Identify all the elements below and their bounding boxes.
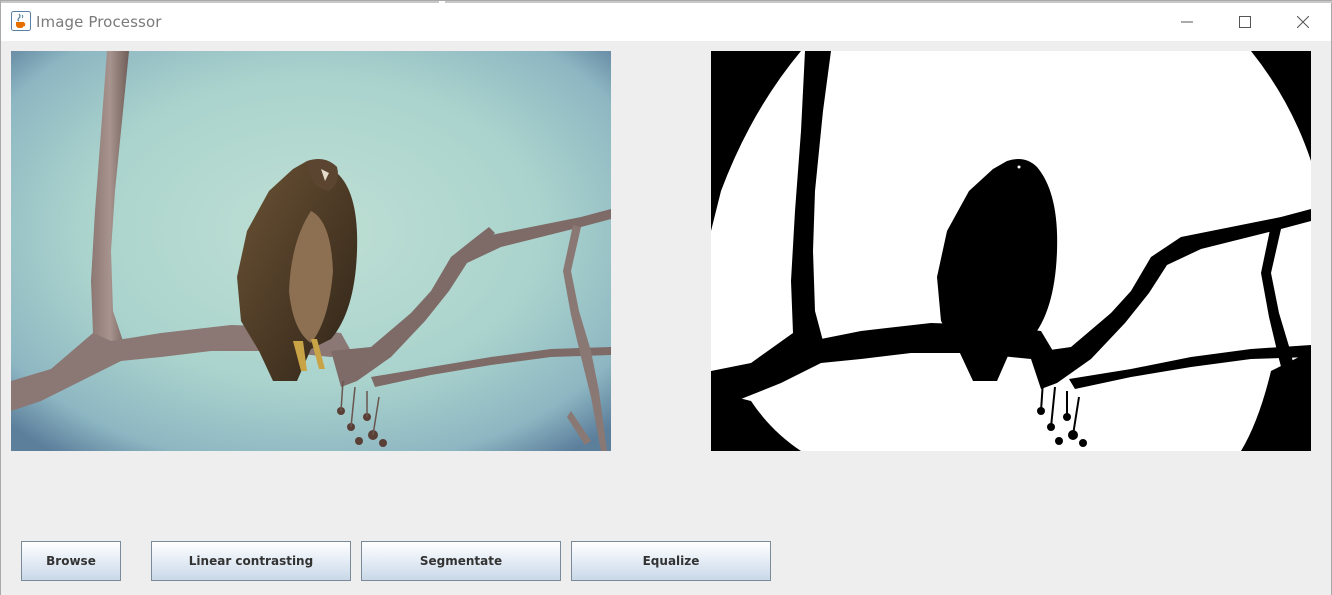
processed-image — [711, 51, 1311, 451]
browse-button[interactable]: Browse — [21, 541, 121, 581]
maximize-button[interactable] — [1216, 3, 1274, 41]
close-icon — [1296, 13, 1310, 32]
maximize-icon — [1239, 13, 1251, 32]
close-button[interactable] — [1274, 3, 1332, 41]
main-content: Browse Linear contrasting Segmentate Equ… — [1, 41, 1331, 595]
original-image — [11, 51, 611, 451]
minimize-icon — [1181, 13, 1193, 32]
title-bar[interactable]: Image Processor — [1, 3, 1331, 41]
window-title: Image Processor — [36, 13, 162, 31]
segmentate-button[interactable]: Segmentate — [361, 541, 561, 581]
app-window: Image Processor Browse Linear contrastin… — [0, 0, 1332, 595]
java-cup-icon — [11, 11, 31, 31]
equalize-button[interactable]: Equalize — [571, 541, 771, 581]
minimize-button[interactable] — [1158, 3, 1216, 41]
linear-contrasting-button[interactable]: Linear contrasting — [151, 541, 351, 581]
